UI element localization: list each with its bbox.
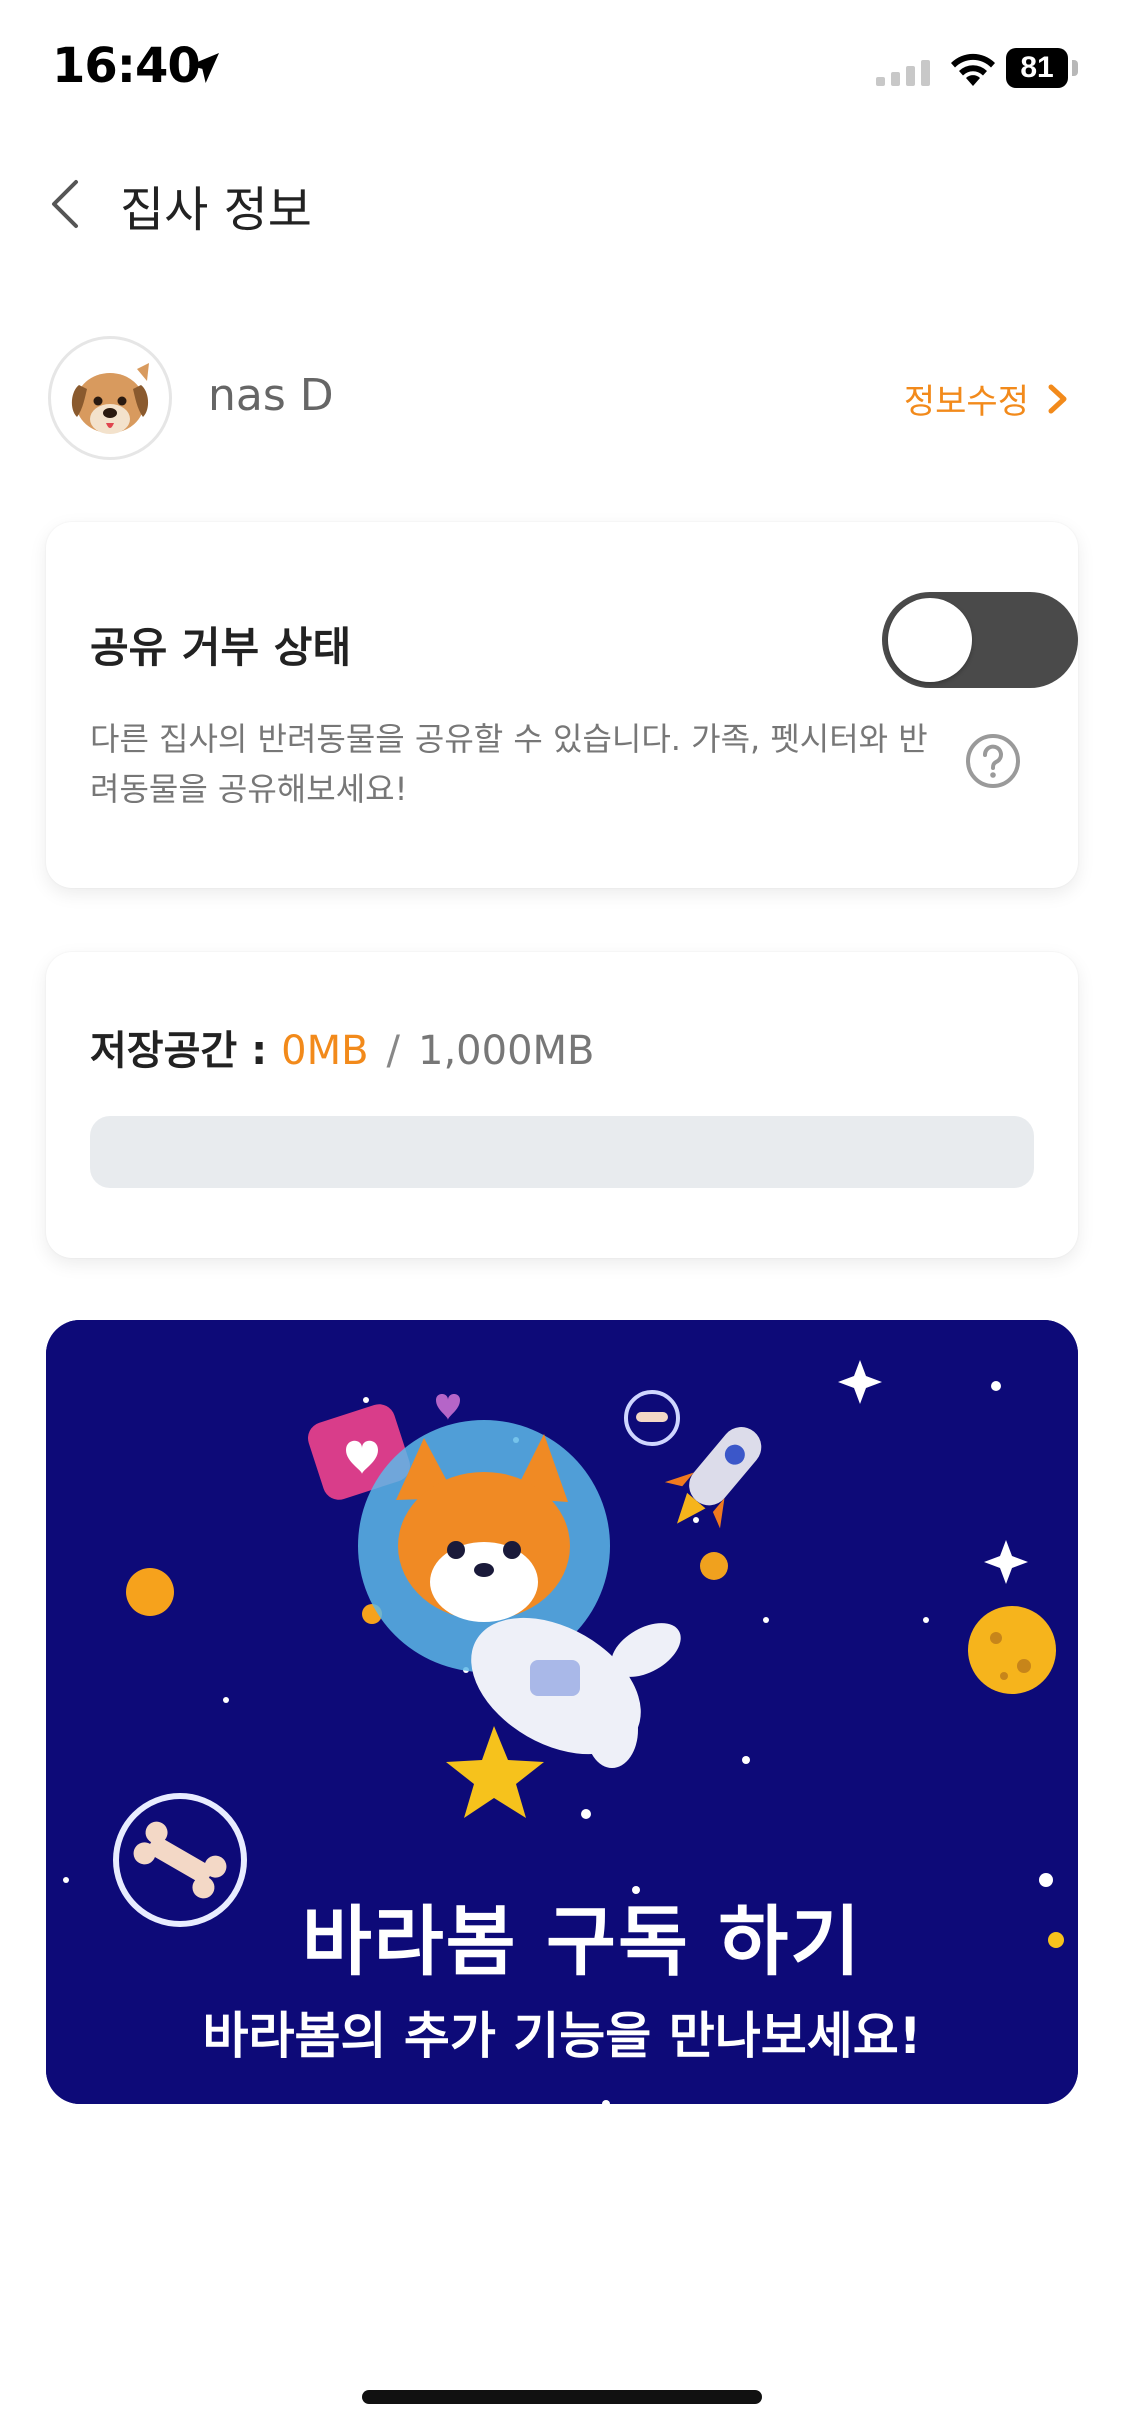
battery-icon: 81	[1006, 48, 1078, 88]
sharing-title: 공유 거부 상태	[90, 623, 352, 672]
home-indicator	[362, 2390, 762, 2404]
page-title: 집사 정보	[120, 182, 312, 238]
status-bar: 16:40 81	[0, 0, 1125, 140]
navigation-header: 집사 정보	[0, 150, 1125, 260]
sharing-toggle[interactable]	[882, 592, 1078, 688]
storage-label: 저장공간 :	[90, 1028, 268, 1074]
edit-profile-link[interactable]: 정보수정	[904, 374, 1073, 423]
user-name: nas D	[208, 370, 334, 421]
question-circle-icon[interactable]	[964, 732, 1022, 790]
sharing-card: 공유 거부 상태 다른 집사의 반려동물을 공유할 수 있습니다. 가족, 펫시…	[46, 522, 1078, 888]
back-button[interactable]	[36, 172, 96, 236]
dog-avatar-icon	[71, 363, 149, 434]
toggle-knob	[888, 598, 972, 682]
banner-subtitle: 바라봄의 추가 기능을 만나보세요!	[202, 2007, 922, 2065]
storage-total: 1,000MB	[418, 1028, 595, 1074]
battery-level: 81	[1020, 51, 1054, 84]
storage-separator: /	[386, 1028, 401, 1074]
chevron-right-icon	[1048, 384, 1067, 413]
cellular-signal-icon	[876, 60, 930, 86]
storage-progress-bar	[90, 1116, 1034, 1188]
storage-used: 0MB	[281, 1028, 369, 1074]
banner-title: 바라봄 구독 하기	[301, 1897, 863, 1986]
wifi-icon	[951, 53, 995, 86]
sharing-description: 다른 집사의 반려동물을 공유할 수 있습니다. 가족, 펫시터와 반려동물을 …	[90, 720, 928, 808]
subscribe-banner[interactable]: 바라봄 구독 하기 바라봄의 추가 기능을 만나보세요!	[46, 1320, 1078, 2104]
edit-profile-label: 정보수정	[903, 382, 1029, 422]
status-time: 16:40	[52, 38, 201, 94]
storage-summary: 저장공간 : 0MB / 1,000MB	[90, 1018, 594, 1076]
profile-row: nas D 정보수정	[0, 330, 1125, 470]
location-arrow-icon	[189, 53, 219, 83]
avatar	[48, 336, 172, 460]
storage-card: 저장공간 : 0MB / 1,000MB	[46, 952, 1078, 1258]
